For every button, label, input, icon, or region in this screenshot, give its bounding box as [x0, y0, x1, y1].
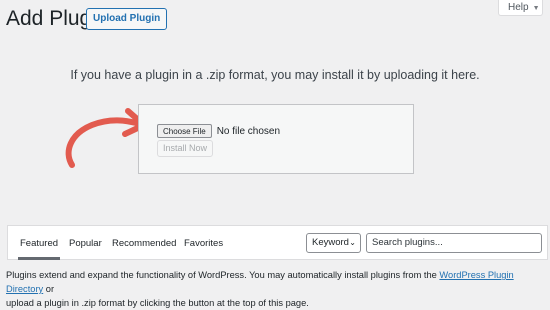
tab-recommended[interactable]: Recommended [112, 238, 176, 249]
choose-file-button[interactable]: Choose File [157, 124, 212, 138]
help-tab[interactable]: Help ▼ [498, 0, 543, 16]
description-text: Plugins extend and expand the functional… [6, 270, 440, 280]
chevron-down-icon: ⌄ [349, 238, 356, 247]
plugin-filter-bar: Featured Popular Recommended Favorites K… [7, 225, 548, 260]
description-text-line2: upload a plugin in .zip format by clicki… [6, 298, 309, 308]
file-input[interactable]: Choose File No file chosen [157, 124, 280, 138]
search-type-value: Keyword [312, 237, 349, 248]
upload-plugin-button[interactable]: Upload Plugin [86, 8, 168, 30]
search-type-select[interactable]: Keyword ⌄ [306, 233, 361, 253]
tab-favorites[interactable]: Favorites [184, 238, 223, 249]
upload-instructions: If you have a plugin in a .zip format, y… [70, 68, 480, 82]
install-now-button[interactable]: Install Now [157, 140, 214, 157]
tab-popular[interactable]: Popular [69, 238, 102, 249]
search-plugins-input[interactable]: Search plugins... [366, 233, 542, 253]
tab-featured[interactable]: Featured [17, 238, 61, 260]
help-tab-label: Help [508, 2, 529, 13]
caret-down-icon: ▼ [532, 5, 540, 12]
file-status: No file chosen [216, 125, 281, 137]
plugin-description: Plugins extend and expand the functional… [6, 268, 546, 310]
upload-plugin-form: Choose File No file chosen Install Now [138, 104, 414, 174]
